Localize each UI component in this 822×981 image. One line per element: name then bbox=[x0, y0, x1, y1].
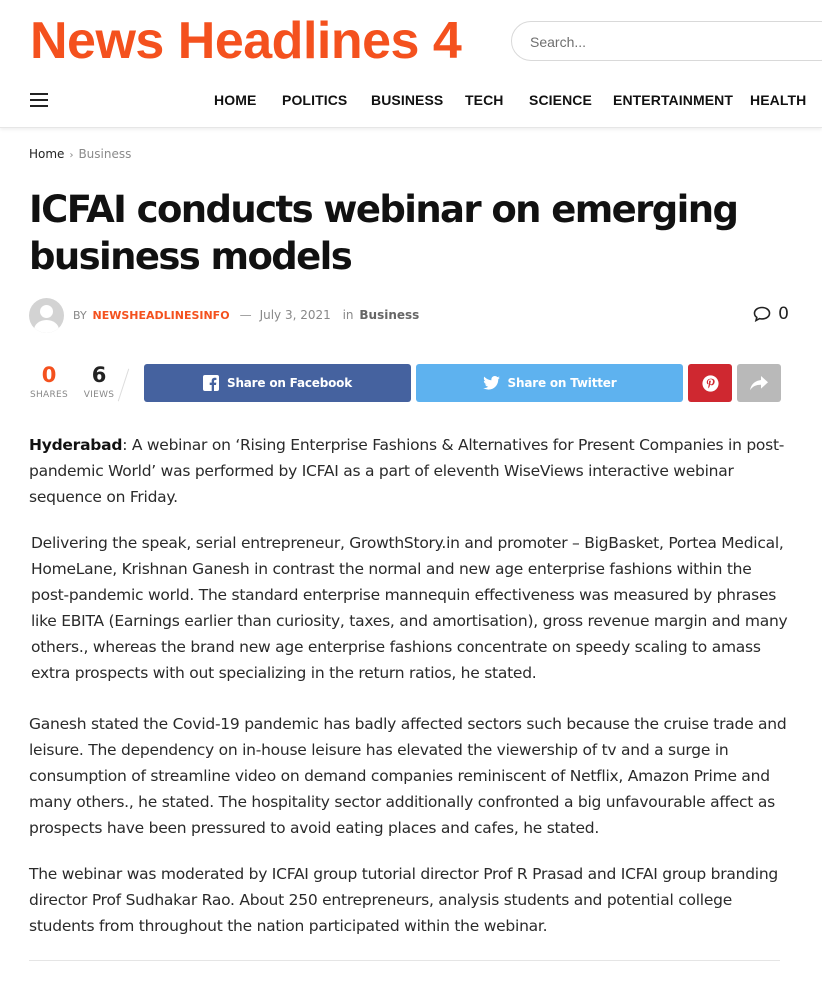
article-meta: BY NEWSHEADLINESINFO — July 3, 2021 in Bus… bbox=[29, 298, 789, 334]
paragraph-3: Ganesh stated the Covid-19 pandemic has … bbox=[29, 715, 787, 837]
comment-bubble-icon bbox=[753, 306, 771, 322]
share-twitter-label: Share on Twitter bbox=[507, 376, 617, 390]
article-title: ICFAI conducts webinar on emerging busin… bbox=[29, 188, 739, 278]
author-avatar[interactable] bbox=[29, 298, 64, 333]
paragraph-4: The webinar was moderated by ICFAI group… bbox=[29, 865, 779, 935]
breadcrumb-separator: › bbox=[69, 150, 74, 161]
breadcrumb: Home › Business bbox=[29, 147, 131, 161]
author-link[interactable]: NEWSHEADLINESINFO bbox=[93, 309, 230, 322]
views-stat: 6 VIEWS bbox=[79, 362, 119, 402]
shares-stat: 0 SHARES bbox=[29, 362, 69, 402]
views-label: VIEWS bbox=[83, 390, 115, 400]
nav-item-health[interactable]: HEALTH bbox=[750, 90, 806, 110]
share-pinterest-button[interactable] bbox=[688, 364, 732, 402]
share-arrow-icon bbox=[750, 375, 768, 390]
paragraph-1: Hyderabad: A webinar on ‘Rising Enterpri… bbox=[29, 432, 789, 510]
breadcrumb-current[interactable]: Business bbox=[78, 147, 131, 161]
nav-item-tech[interactable]: TECH bbox=[465, 90, 504, 110]
pinterest-icon bbox=[701, 374, 719, 392]
search-box[interactable] bbox=[511, 21, 822, 61]
search-input[interactable] bbox=[530, 31, 810, 53]
share-twitter-button[interactable]: Share on Twitter bbox=[416, 364, 683, 402]
category-link[interactable]: Business bbox=[359, 308, 419, 322]
nav-item-entertainment[interactable]: ENTERTAINMENT bbox=[613, 90, 733, 110]
meta-dash: — bbox=[239, 308, 252, 322]
share-stats: 0 SHARES 6 VIEWS bbox=[29, 362, 139, 406]
nav-item-politics[interactable]: POLITICS bbox=[282, 90, 347, 110]
views-count: 6 bbox=[91, 363, 107, 387]
shares-label: SHARES bbox=[29, 390, 69, 400]
site-logo[interactable]: News Headlines 4 bbox=[30, 10, 462, 72]
meta-in: in bbox=[342, 308, 354, 322]
share-more-button[interactable] bbox=[737, 364, 781, 402]
content-divider bbox=[29, 960, 780, 961]
paragraph-2: Delivering the speak, serial entrepreneu… bbox=[31, 534, 788, 682]
dateline: Hyderabad bbox=[29, 436, 123, 454]
meta-text: BY NEWSHEADLINESINFO — July 3, 2021 in Bus… bbox=[73, 308, 419, 322]
main-nav: HOME POLITICS BUSINESS TECH SCIENCE ENTE… bbox=[0, 90, 822, 112]
share-facebook-label: Share on Facebook bbox=[227, 376, 352, 390]
comment-count: 0 bbox=[778, 304, 789, 324]
paragraph-1-text: : A webinar on ‘Rising Enterprise Fashio… bbox=[29, 436, 785, 506]
post-date[interactable]: July 3, 2021 bbox=[260, 308, 331, 322]
facebook-icon bbox=[203, 375, 219, 391]
shares-count: 0 bbox=[41, 363, 57, 387]
nav-item-science[interactable]: SCIENCE bbox=[529, 90, 592, 110]
share-facebook-button[interactable]: Share on Facebook bbox=[144, 364, 411, 402]
stats-divider bbox=[117, 368, 130, 402]
nav-item-home[interactable]: HOME bbox=[214, 90, 256, 110]
breadcrumb-home[interactable]: Home bbox=[29, 147, 64, 161]
meta-by: BY bbox=[73, 309, 87, 322]
site-header: News Headlines 4 HOME POLITICS BUSINESS … bbox=[0, 0, 822, 128]
twitter-bird-icon bbox=[482, 376, 500, 390]
nav-item-business[interactable]: BUSINESS bbox=[371, 90, 443, 110]
